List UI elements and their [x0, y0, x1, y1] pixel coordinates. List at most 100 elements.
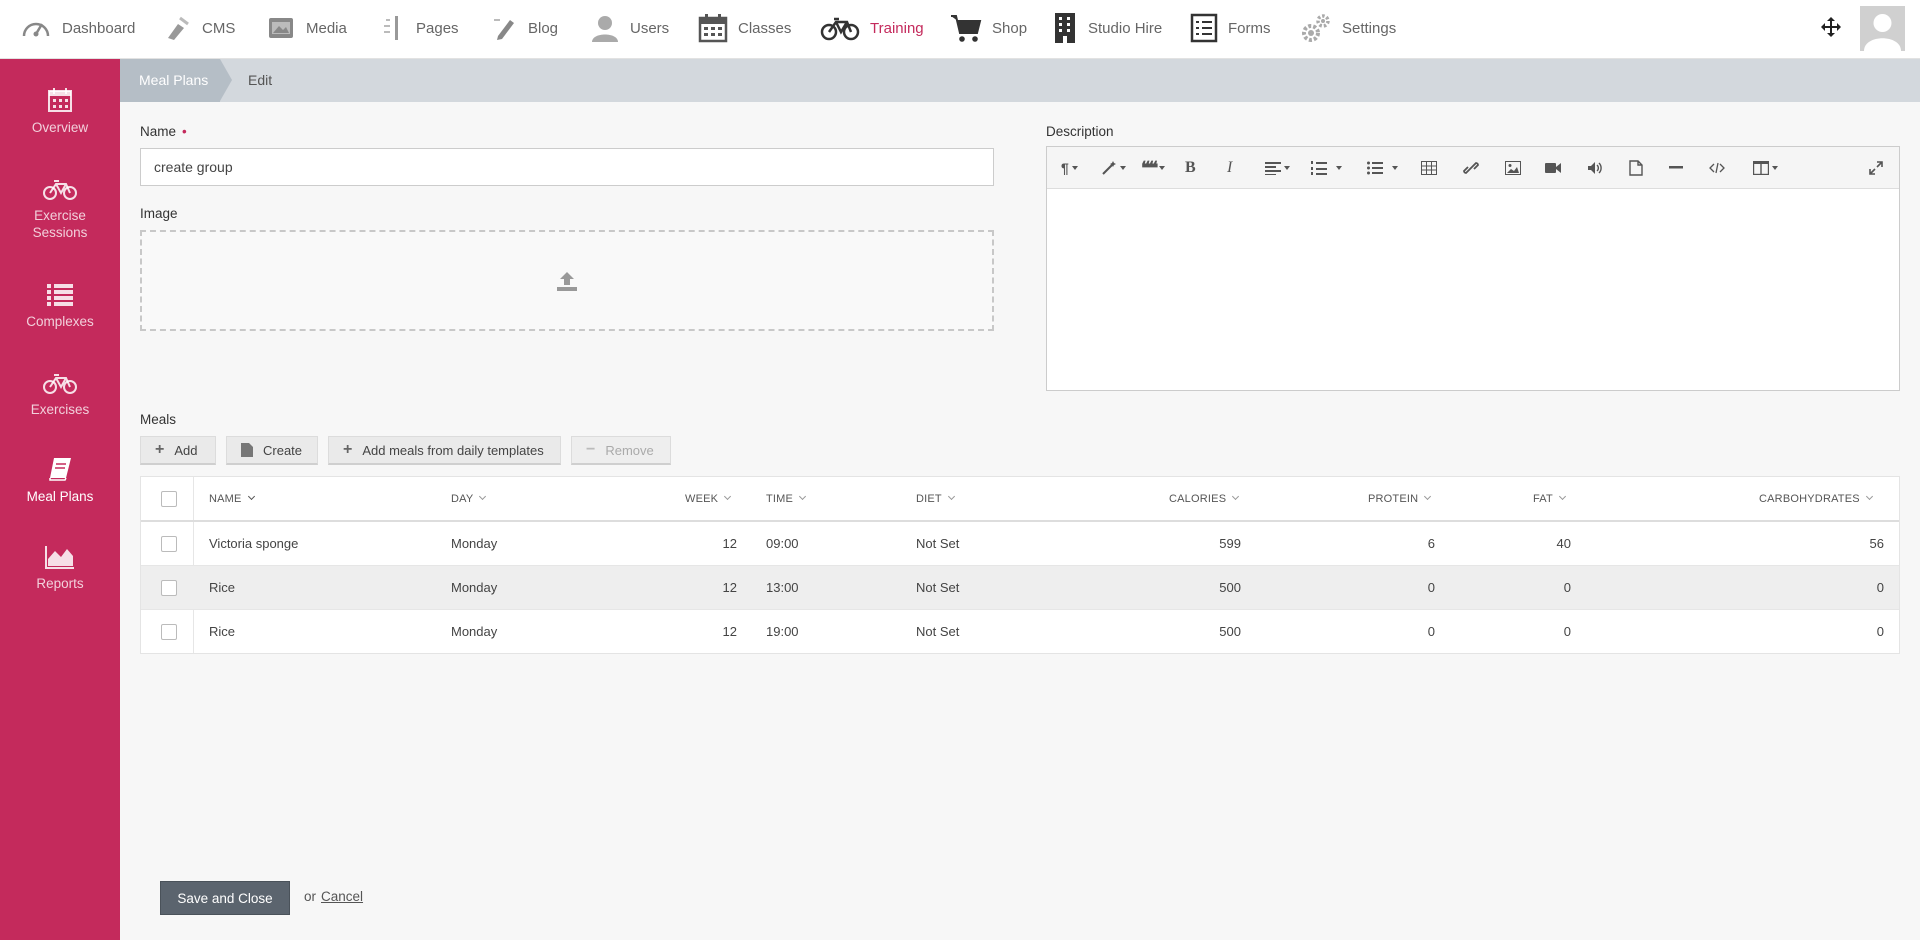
- meal-diet: Not Set: [916, 536, 960, 551]
- save-and-close-button[interactable]: Save and Close: [160, 881, 290, 915]
- columns-icon[interactable]: [1753, 159, 1778, 177]
- horizontal-rule-icon[interactable]: [1669, 159, 1683, 177]
- editor-content-area[interactable]: [1047, 190, 1899, 390]
- nav-classes[interactable]: Classes: [698, 0, 791, 56]
- image-dropzone[interactable]: [140, 230, 994, 331]
- users-icon: [592, 16, 618, 42]
- italic-icon[interactable]: I: [1227, 159, 1232, 177]
- editor-toolbar: ¶ ❝❝ B I: [1047, 147, 1899, 189]
- nav-users[interactable]: Users: [590, 0, 669, 56]
- description-label: Description: [1046, 124, 1114, 139]
- nav-cms[interactable]: CMS: [162, 0, 235, 56]
- move-icon[interactable]: [1820, 16, 1842, 41]
- required-indicator: •: [182, 124, 187, 139]
- column-header-time[interactable]: Time: [766, 477, 807, 521]
- meal-week: 12: [722, 536, 737, 551]
- nav-media[interactable]: Media: [266, 0, 347, 56]
- sidebar-item-complexes[interactable]: Complexes: [0, 283, 120, 330]
- nav-studio-hire[interactable]: Studio Hire: [1052, 0, 1162, 56]
- breadcrumb-meal-plans[interactable]: Meal Plans: [120, 59, 220, 102]
- ordered-list-icon[interactable]: [1311, 159, 1342, 177]
- column-header-day[interactable]: Day: [451, 477, 487, 521]
- meal-calories: 500: [1219, 580, 1241, 595]
- column-header-week[interactable]: Week: [685, 477, 732, 521]
- add-meal-button[interactable]: + Add: [140, 436, 216, 465]
- add-meals-from-templates-button[interactable]: + Add meals from daily templates: [328, 436, 561, 465]
- link-icon[interactable]: [1463, 159, 1479, 177]
- column-header-diet[interactable]: Diet: [916, 477, 955, 521]
- sidebar-item-reports[interactable]: Reports: [0, 545, 120, 592]
- media-icon: [269, 18, 293, 38]
- row-checkbox[interactable]: [161, 624, 177, 640]
- table-icon[interactable]: [1421, 159, 1437, 177]
- meal-carbohydrates: 0: [1876, 580, 1884, 595]
- meals-table: Name Day Week Time Diet Calories Protein…: [140, 476, 1900, 654]
- calendar-icon: [48, 88, 72, 112]
- calendar-icon: [698, 14, 728, 43]
- unordered-list-icon[interactable]: [1367, 159, 1398, 177]
- meal-day: Monday: [451, 624, 498, 639]
- nav-pages[interactable]: Pages: [380, 0, 459, 56]
- meal-time: 19:00: [766, 624, 799, 639]
- row-checkbox[interactable]: [161, 580, 177, 596]
- meal-protein: 6: [1427, 536, 1435, 551]
- plus-icon: +: [155, 441, 165, 458]
- table-row[interactable]: Rice Monday 12 19:00 Not Set 500 0 0 0: [141, 610, 1899, 654]
- meals-label: Meals: [140, 412, 177, 427]
- cancel-link[interactable]: Cancel: [321, 889, 363, 904]
- bicycle-icon: [43, 374, 77, 394]
- create-meal-button[interactable]: Create: [226, 436, 318, 465]
- column-header-carbohydrates[interactable]: Carbohydrates: [1759, 477, 1873, 521]
- or-text: or: [304, 889, 317, 904]
- column-header-name[interactable]: Name: [209, 477, 255, 521]
- code-icon[interactable]: [1709, 159, 1725, 177]
- table-row[interactable]: Rice Monday 12 13:00 Not Set 500 0 0 0: [141, 566, 1899, 610]
- cart-icon: [951, 15, 982, 42]
- column-header-calories[interactable]: Calories: [1169, 477, 1240, 521]
- meal-calories: 500: [1219, 624, 1241, 639]
- file-icon[interactable]: [1629, 159, 1643, 177]
- remove-meal-button[interactable]: − Remove: [571, 436, 671, 465]
- meal-diet: Not Set: [916, 580, 960, 595]
- bicycle-icon: [43, 180, 77, 200]
- align-icon[interactable]: [1265, 159, 1290, 177]
- sidebar: Overview Exercise Sessions Complexes Exe…: [0, 59, 120, 940]
- select-all-checkbox[interactable]: [161, 491, 177, 507]
- column-header-fat[interactable]: Fat: [1533, 477, 1566, 521]
- forms-icon: [1190, 13, 1218, 43]
- row-checkbox[interactable]: [161, 536, 177, 552]
- image-icon[interactable]: [1505, 159, 1521, 177]
- meal-fat: 0: [1563, 624, 1571, 639]
- meal-name: Rice: [209, 624, 236, 639]
- image-label: Image: [140, 206, 178, 221]
- nav-training[interactable]: Training: [820, 0, 924, 56]
- video-icon[interactable]: [1545, 159, 1561, 177]
- paragraph-icon[interactable]: ¶: [1061, 159, 1078, 177]
- sidebar-item-overview[interactable]: Overview: [0, 87, 120, 136]
- breadcrumb-current: Edit: [248, 72, 273, 88]
- table-row[interactable]: Victoria sponge Monday 12 09:00 Not Set …: [141, 522, 1899, 566]
- quote-icon[interactable]: ❝❝: [1141, 158, 1166, 178]
- nav-shop[interactable]: Shop: [950, 0, 1027, 56]
- nav-blog[interactable]: Blog: [490, 0, 558, 56]
- nav-dashboard[interactable]: Dashboard: [20, 0, 135, 56]
- nav-settings[interactable]: Settings: [1300, 0, 1396, 56]
- magic-icon[interactable]: [1101, 159, 1126, 177]
- meal-week: 12: [722, 580, 737, 595]
- gears-icon: [1302, 14, 1330, 42]
- sidebar-item-exercise-sessions[interactable]: Exercise Sessions: [0, 179, 120, 241]
- name-input[interactable]: [140, 148, 994, 186]
- description-editor: ¶ ❝❝ B I: [1046, 146, 1900, 391]
- user-avatar[interactable]: [1860, 6, 1905, 51]
- sidebar-item-exercises[interactable]: Exercises: [0, 373, 120, 418]
- bold-icon[interactable]: B: [1185, 159, 1196, 177]
- nav-forms[interactable]: Forms: [1190, 0, 1271, 56]
- column-header-protein[interactable]: Protein: [1368, 477, 1432, 521]
- meal-fat: 0: [1563, 580, 1571, 595]
- sidebar-item-meal-plans[interactable]: Meal Plans: [0, 456, 120, 505]
- fullscreen-icon[interactable]: [1869, 159, 1883, 177]
- name-label: Name •: [140, 124, 187, 139]
- meal-diet: Not Set: [916, 624, 960, 639]
- meal-name: Victoria sponge: [209, 536, 299, 551]
- audio-icon[interactable]: [1587, 159, 1603, 177]
